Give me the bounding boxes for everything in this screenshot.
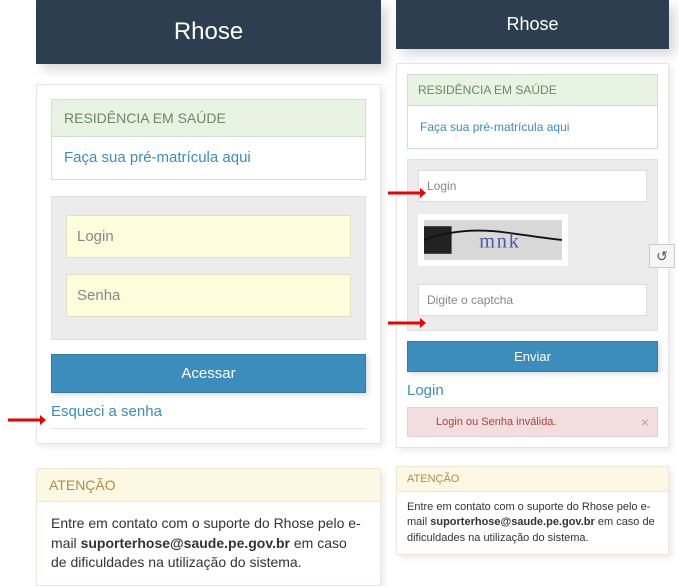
login-panel: RESIDÊNCIA EM SAÚDE Faça sua pré-matrícu… (36, 84, 381, 444)
senha-input[interactable] (66, 274, 351, 317)
attention-panel: ATENÇÃO Entre em contato com o suporte d… (36, 468, 381, 586)
enviar-button[interactable]: Enviar (407, 341, 658, 372)
attention-heading: ATENÇÃO (37, 469, 380, 502)
login-input[interactable] (66, 215, 351, 258)
attention-text: Entre em contato com o suporte do Rhose … (37, 502, 380, 585)
forgot-password-link[interactable]: Esqueci a senha (51, 403, 162, 420)
recovery-panel: RESIDÊNCIA EM SAÚDE Faça sua pré-matrícu… (396, 63, 669, 448)
pane-recovery: Rhose RESIDÊNCIA EM SAÚDE Faça sua pré-m… (396, 0, 669, 555)
prematricula-link[interactable]: Faça sua pré-matrícula aqui (64, 149, 251, 166)
login-input[interactable] (418, 170, 647, 202)
acessar-button[interactable]: Acessar (51, 354, 366, 393)
residencia-heading: RESIDÊNCIA EM SAÚDE (408, 75, 657, 106)
residencia-notice: RESIDÊNCIA EM SAÚDE Faça sua pré-matrícu… (407, 74, 658, 149)
close-icon[interactable]: × (641, 414, 649, 430)
brand-title: Rhose (36, 0, 381, 64)
attention-heading: ATENÇÃO (397, 467, 668, 492)
residencia-heading: RESIDÊNCIA EM SAÚDE (52, 100, 365, 137)
error-message: Login ou Senha inválida. (436, 416, 556, 428)
attention-panel: ATENÇÃO Entre em contato com o suporte d… (396, 466, 669, 555)
brand-title: Rhose (396, 0, 669, 49)
back-to-login-link[interactable]: Login (407, 382, 444, 399)
attention-text: Entre em contato com o suporte do Rhose … (397, 492, 668, 554)
error-alert: Login ou Senha inválida. × (407, 407, 658, 437)
captcha-image: mnk (424, 220, 562, 260)
captcha-input[interactable] (418, 284, 647, 316)
prematricula-link[interactable]: Faça sua pré-matrícula aqui (420, 120, 569, 134)
recovery-form: mnk ↺ (407, 159, 658, 331)
captcha-image-wrap: mnk (418, 214, 568, 266)
login-form (51, 196, 366, 340)
pane-login: Rhose RESIDÊNCIA EM SAÚDE Faça sua pré-m… (36, 0, 381, 586)
residencia-notice: RESIDÊNCIA EM SAÚDE Faça sua pré-matrícu… (51, 99, 366, 180)
svg-text:mnk: mnk (479, 230, 521, 252)
captcha-refresh-button[interactable]: ↺ (649, 244, 675, 268)
